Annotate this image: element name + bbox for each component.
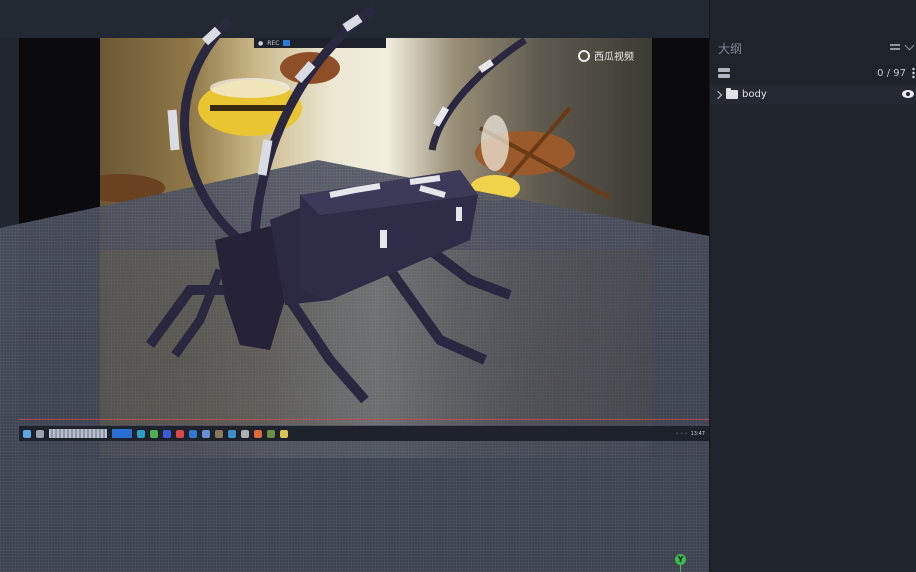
y-axis-gizmo[interactable]: Y — [675, 554, 686, 565]
chrome-icon — [150, 429, 158, 438]
leg — [171, 268, 225, 358]
app-icon — [163, 429, 171, 438]
outliner-item-body[interactable]: body — [710, 86, 916, 104]
element-count: 0 / 97 — [877, 68, 906, 79]
y-axis-gizmo-line — [680, 565, 681, 572]
taskbar-search — [49, 429, 107, 438]
leg — [285, 297, 369, 404]
chevron-down-icon[interactable] — [904, 40, 915, 50]
chevron-right-icon[interactable] — [713, 90, 723, 100]
app-icon — [228, 429, 236, 438]
record-icon — [176, 429, 184, 438]
outliner-toolbar: 0 / 97 — [710, 64, 916, 84]
app-icon — [241, 429, 249, 438]
leg — [427, 246, 512, 300]
taskbar-active-app — [112, 429, 132, 438]
more-options-icon[interactable] — [912, 67, 915, 79]
system-tray: ◦ ◦ ◦ 13:47 — [676, 431, 705, 437]
browser-icon — [137, 429, 145, 438]
app-icon — [215, 429, 223, 438]
outliner-item-label: body — [742, 89, 767, 100]
taskbar-clock: 13:47 — [690, 430, 705, 437]
app-icon — [280, 429, 288, 438]
search-icon — [36, 429, 44, 438]
app-icon — [254, 429, 262, 438]
outliner-header-tools — [890, 40, 915, 50]
left-antenna — [180, 16, 243, 244]
beetle-model[interactable] — [0, 0, 709, 572]
outliner-title: 大纲 — [718, 42, 743, 56]
toggle-groups-icon[interactable] — [718, 68, 730, 79]
menu-icon[interactable] — [890, 44, 900, 50]
outliner-panel: 大纲 0 / 97 body — [709, 0, 916, 572]
paint-icon — [189, 429, 197, 438]
windows-icon — [23, 429, 31, 438]
app-icon — [267, 429, 275, 438]
captured-taskbar: ◦ ◦ ◦ 13:47 — [19, 426, 709, 441]
x-axis-line — [19, 419, 709, 420]
tray-icons: ◦ ◦ ◦ — [675, 430, 688, 437]
blockbench-icon — [202, 429, 210, 438]
folder-icon — [726, 88, 738, 99]
3d-viewport[interactable]: 西瓜视频 ● REC ◦ ◦ ◦ 13:47 Y — [0, 0, 709, 572]
visibility-eye-icon[interactable] — [902, 90, 914, 98]
